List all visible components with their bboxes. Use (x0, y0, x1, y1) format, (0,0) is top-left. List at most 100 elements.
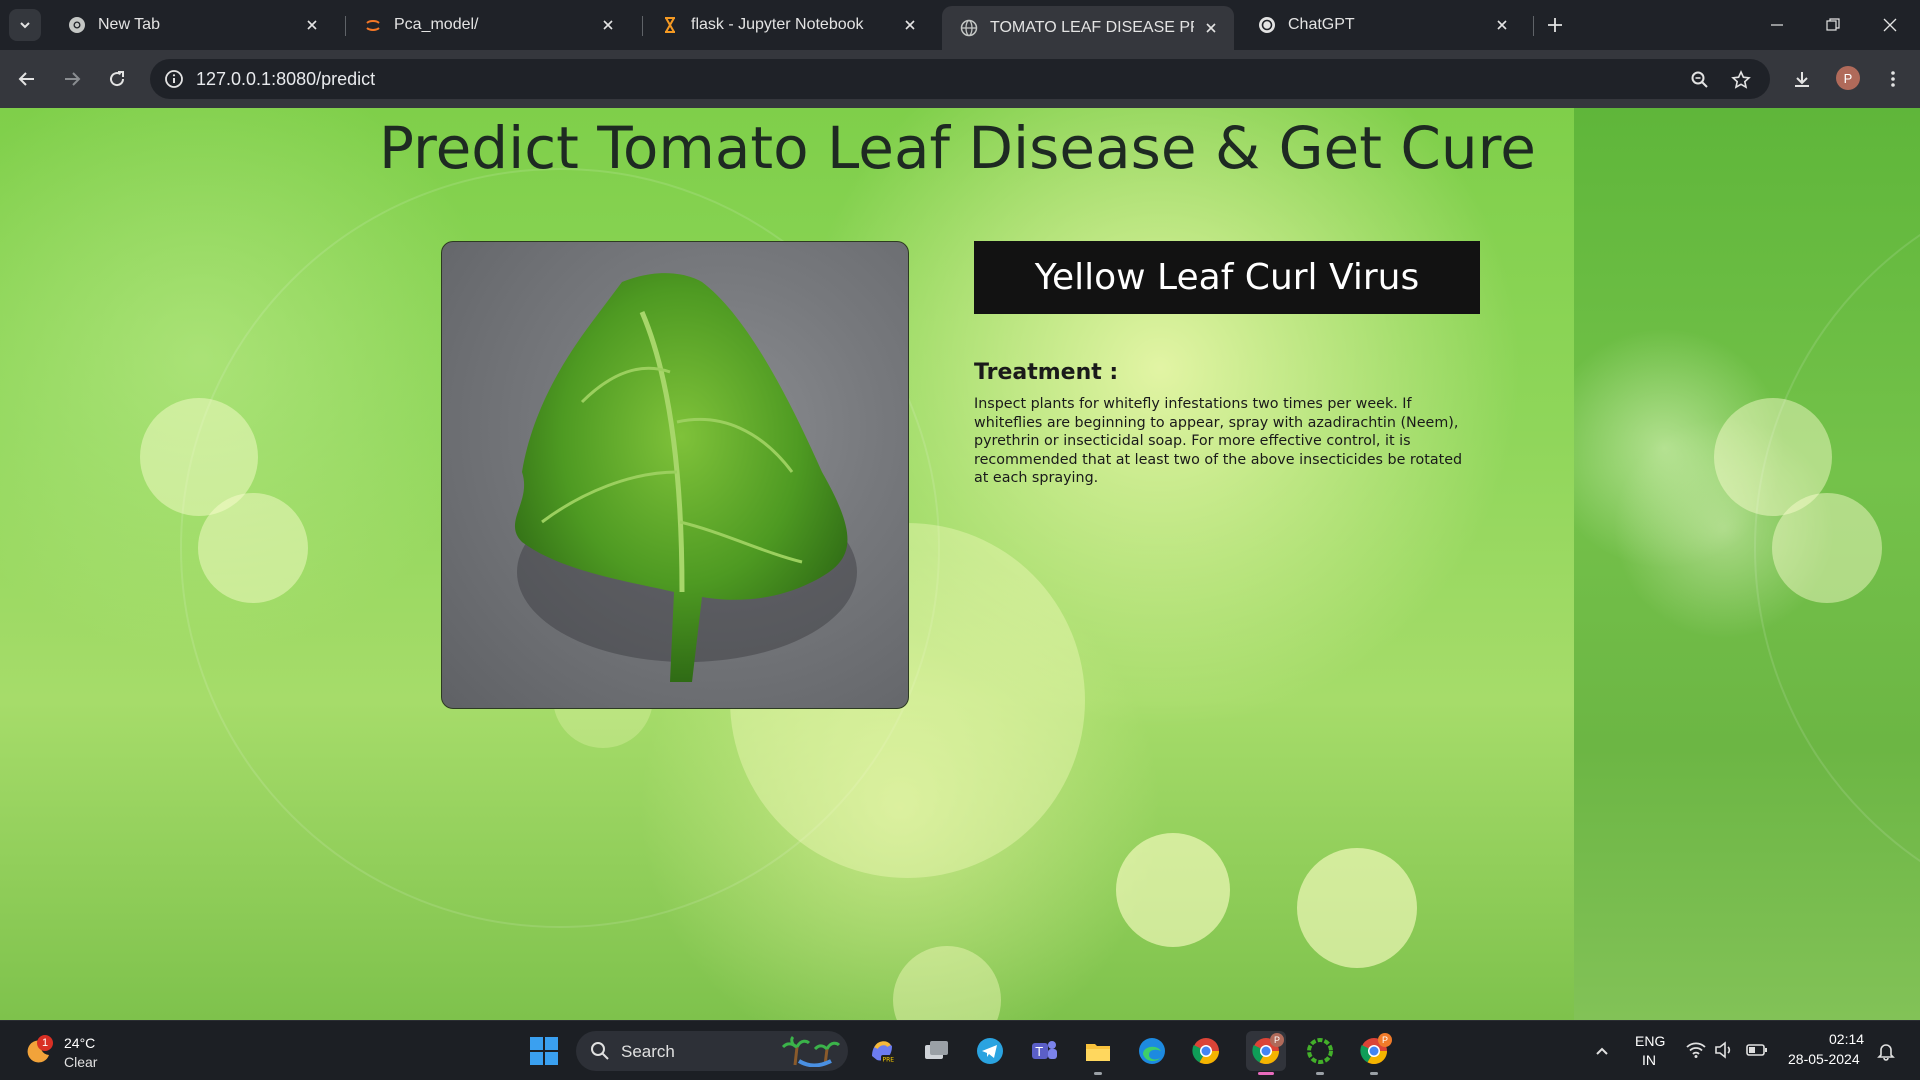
anaconda-app[interactable] (1300, 1031, 1340, 1075)
address-bar[interactable]: 127.0.0.1:8080/predict (150, 59, 1770, 99)
task-view-icon (925, 1041, 948, 1059)
chrome-icon (68, 16, 86, 34)
svg-text:T: T (1035, 1045, 1044, 1059)
restore-icon (1826, 18, 1840, 31)
site-info-icon[interactable] (164, 69, 184, 89)
windows-start-icon[interactable] (528, 1035, 560, 1067)
profile-badge: P (1270, 1033, 1284, 1047)
copilot-app[interactable]: PRE (862, 1031, 902, 1071)
battery-icon[interactable] (1746, 1042, 1768, 1058)
language-label[interactable]: ENG (1635, 1033, 1665, 1049)
task-view-app[interactable] (916, 1031, 956, 1071)
notification-bell-icon[interactable] (1876, 1041, 1896, 1061)
new-tab-button[interactable] (1542, 12, 1568, 38)
tab-search-button[interactable] (9, 9, 41, 41)
running-indicator (1258, 1072, 1274, 1075)
tab-separator (1533, 16, 1534, 36)
tab-title: Pca_model/ (394, 16, 479, 33)
palm-tree-icon (781, 1035, 841, 1067)
close-icon[interactable] (599, 16, 617, 34)
file-explorer-app[interactable] (1078, 1031, 1118, 1075)
volume-icon[interactable] (1714, 1041, 1734, 1059)
reload-icon (110, 71, 125, 87)
prediction-result: Yellow Leaf Curl Virus (974, 241, 1480, 314)
anaconda-icon (1307, 1038, 1333, 1064)
teams-app[interactable]: T (1024, 1031, 1064, 1071)
openai-icon (1258, 16, 1276, 34)
close-window-button[interactable] (1870, 10, 1910, 40)
background-bokeh (1116, 833, 1230, 947)
edge-icon (1139, 1038, 1165, 1064)
close-icon[interactable] (1493, 16, 1511, 34)
background-bokeh (1297, 848, 1417, 968)
search-icon (591, 1042, 609, 1060)
tab-title: TOMATO LEAF DISEASE PREDIC (990, 19, 1194, 36)
profile-badge: P (1378, 1033, 1392, 1047)
page-title: Predict Tomato Leaf Disease & Get Cure (379, 114, 1536, 182)
wifi-icon[interactable] (1686, 1041, 1706, 1059)
back-button[interactable] (11, 63, 43, 95)
background-bokeh (893, 946, 1001, 1020)
browser-menu-button[interactable] (1877, 63, 1909, 95)
edge-app[interactable] (1132, 1031, 1172, 1071)
close-icon[interactable] (1202, 19, 1220, 37)
forward-button[interactable] (56, 63, 88, 95)
svg-text:PRE: PRE (883, 1057, 895, 1064)
tab-title: flask - Jupyter Notebook (691, 16, 864, 33)
region-label[interactable]: IN (1642, 1052, 1656, 1068)
weather-widget[interactable]: 1 24°C Clear (24, 1029, 114, 1073)
arrow-left-icon (18, 72, 34, 86)
background-ring (1754, 168, 1920, 928)
downloads-button[interactable] (1786, 63, 1818, 95)
chrome-icon (1192, 1038, 1220, 1065)
taskbar-search[interactable]: Search (576, 1031, 848, 1071)
clock-time[interactable]: 02:14 (1829, 1031, 1864, 1047)
chevron-down-icon (20, 22, 30, 29)
weather-temperature: 24°C (64, 1035, 96, 1051)
telegram-app[interactable] (970, 1031, 1010, 1071)
minimize-button[interactable] (1757, 10, 1797, 40)
chrome-app[interactable] (1186, 1031, 1226, 1071)
notification-badge: 1 (37, 1035, 53, 1051)
copilot-icon: PRE (872, 1041, 895, 1064)
tab-title: ChatGPT (1288, 16, 1355, 33)
running-indicator (1370, 1072, 1378, 1075)
bookmark-star-icon[interactable] (1730, 69, 1752, 91)
chrome-profile-app[interactable]: P (1354, 1031, 1394, 1075)
zoom-icon[interactable] (1689, 69, 1711, 91)
weather-condition: Clear (64, 1054, 98, 1070)
restore-button[interactable] (1813, 10, 1853, 40)
running-indicator (1316, 1072, 1324, 1075)
page-viewport: Predict Tomato Leaf Disease & Get Cure Y… (0, 108, 1920, 1020)
profile-avatar[interactable]: P (1836, 66, 1860, 90)
background-side-panel (1574, 108, 1920, 1020)
close-icon[interactable] (303, 16, 321, 34)
clock-date[interactable]: 28-05-2024 (1788, 1051, 1860, 1067)
browser-toolbar: 127.0.0.1:8080/predict P (0, 50, 1920, 108)
chevron-up-icon (1596, 1047, 1608, 1055)
plus-icon (1548, 18, 1562, 32)
tab-flask-notebook[interactable]: flask - Jupyter Notebook (643, 6, 933, 44)
tab-strip: New Tab Pca_model/ flask - Jupyter Noteb… (0, 0, 1920, 50)
globe-icon (960, 19, 978, 37)
folder-icon (1086, 1044, 1110, 1061)
search-label: Search (621, 1042, 675, 1061)
page-title-wrapper: Predict Tomato Leaf Disease & Get Cure (0, 114, 1920, 182)
jupyter-icon (364, 16, 382, 34)
minimize-icon (1771, 24, 1783, 26)
tab-new-tab[interactable]: New Tab (50, 6, 335, 44)
url-text[interactable]: 127.0.0.1:8080/predict (196, 69, 375, 90)
download-icon (1795, 72, 1809, 87)
tab-pca-model[interactable]: Pca_model/ (346, 6, 631, 44)
tab-tomato-leaf-disease[interactable]: TOMATO LEAF DISEASE PREDIC (942, 6, 1234, 50)
close-icon (1883, 18, 1897, 32)
close-icon[interactable] (901, 16, 919, 34)
reload-button[interactable] (101, 63, 133, 95)
tomato-leaf-image (514, 273, 857, 682)
chrome-profile-app-active[interactable]: P (1246, 1031, 1286, 1075)
tab-chatgpt[interactable]: ChatGPT (1240, 6, 1525, 44)
treatment-text: Inspect plants for whitefly infestations… (974, 396, 1463, 486)
background-bokeh (198, 493, 308, 603)
show-hidden-icons-button[interactable] (1582, 1031, 1622, 1071)
arrow-right-icon (65, 72, 81, 86)
